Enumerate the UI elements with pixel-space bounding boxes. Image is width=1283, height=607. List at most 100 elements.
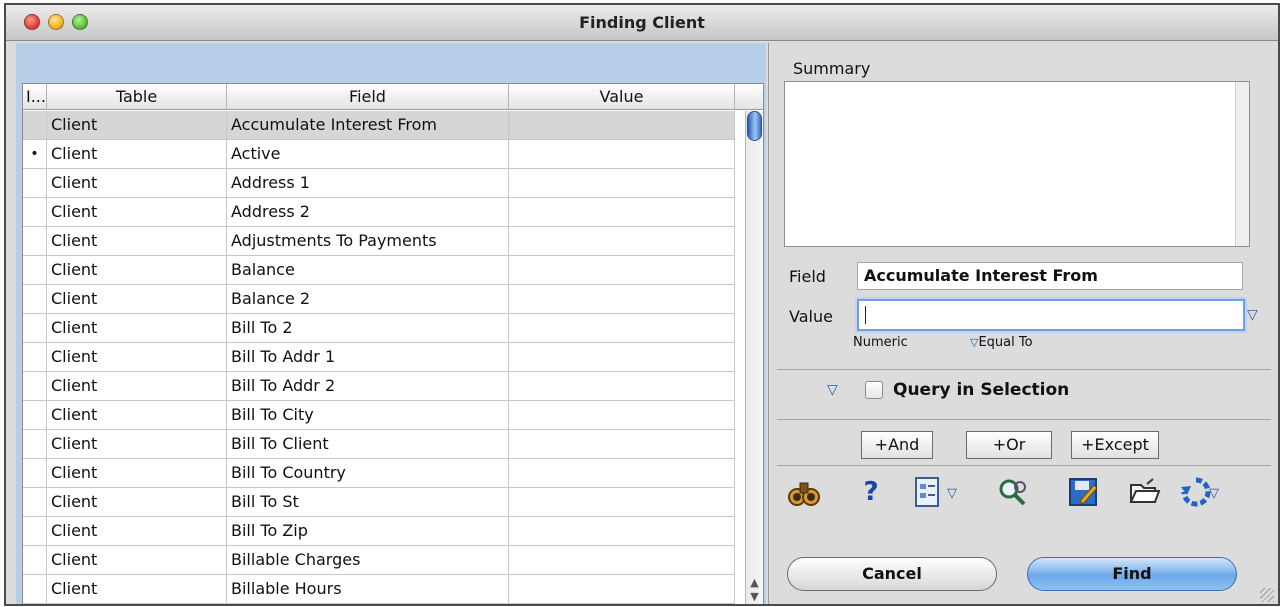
table-row[interactable]: Client Balance (23, 256, 735, 285)
or-button[interactable]: +Or (966, 431, 1052, 459)
text-caret (865, 306, 866, 324)
table-row[interactable]: Client Bill To St (23, 488, 735, 517)
save-icon[interactable] (1066, 475, 1100, 509)
row-value-cell (509, 517, 735, 545)
row-indicator (23, 111, 47, 139)
query-editor-search-icon[interactable] (996, 475, 1030, 509)
table-row[interactable]: Client Adjustments To Payments (23, 227, 735, 256)
table-row[interactable]: Client Bill To Country (23, 459, 735, 488)
value-input[interactable] (857, 299, 1245, 331)
row-indicator (23, 546, 47, 574)
table-row[interactable]: Client Balance 2 (23, 285, 735, 314)
row-table-cell: Client (47, 401, 227, 429)
row-field-cell: Balance 2 (227, 285, 509, 313)
row-field-cell: Balance (227, 256, 509, 284)
row-table-cell: Client (47, 430, 227, 458)
field-list-grid: I... Table Field Value Client Accumulate … (22, 83, 764, 604)
row-table-cell: Client (47, 372, 227, 400)
row-value-cell (509, 546, 735, 574)
row-indicator (23, 488, 47, 516)
table-row[interactable]: Client Bill To Client (23, 430, 735, 459)
row-indicator (23, 169, 47, 197)
row-field-cell: Accumulate Interest From (227, 111, 509, 139)
row-table-cell: Client (47, 343, 227, 371)
and-button[interactable]: +And (861, 431, 933, 459)
window-title: Finding Client (579, 13, 705, 32)
summary-textarea[interactable] (784, 81, 1250, 247)
value-label: Value (789, 307, 833, 326)
row-value-cell (509, 488, 735, 516)
row-indicator (23, 575, 47, 603)
find-button[interactable]: Find (1027, 557, 1237, 591)
table-row[interactable]: Client Bill To Addr 2 (23, 372, 735, 401)
scrollbar-thumb[interactable] (747, 111, 762, 141)
grid-vertical-scrollbar[interactable]: ▲ ▼ (745, 111, 763, 604)
column-header-value[interactable]: Value (509, 84, 735, 110)
row-table-cell: Client (47, 111, 227, 139)
row-indicator (23, 459, 47, 487)
scroll-up-arrow-icon[interactable]: ▲ (748, 576, 761, 590)
table-row[interactable]: Client Bill To City (23, 401, 735, 430)
row-indicator (23, 198, 47, 226)
row-field-cell: Billable Hours (227, 575, 509, 603)
summary-label: Summary (793, 59, 871, 78)
row-value-cell (509, 575, 735, 603)
row-table-cell: Client (47, 227, 227, 255)
binoculars-icon[interactable] (787, 475, 821, 509)
table-row[interactable]: Client Address 2 (23, 198, 735, 227)
scroll-down-arrow-icon[interactable]: ▼ (748, 590, 761, 604)
row-indicator: • (23, 140, 47, 168)
query-panel: Summary Field Accumulate Interest From V… (768, 43, 1278, 604)
row-value-cell (509, 430, 735, 458)
formula-editor-icon[interactable] (911, 475, 945, 509)
row-indicator (23, 517, 47, 545)
refresh-icon[interactable] (1179, 475, 1213, 509)
column-header-indicator[interactable]: I... (23, 84, 47, 110)
row-value-cell (509, 140, 735, 168)
table-row[interactable]: Client Bill To Addr 1 (23, 343, 735, 372)
cancel-button[interactable]: Cancel (787, 557, 997, 591)
row-value-cell (509, 372, 735, 400)
query-in-selection-checkbox[interactable] (865, 381, 883, 399)
value-dropdown-icon[interactable]: ▽ (1247, 307, 1258, 323)
refresh-dropdown-icon[interactable]: ▽ (1209, 486, 1219, 501)
help-icon[interactable]: ? (861, 475, 881, 509)
table-row[interactable]: Client Bill To Zip (23, 517, 735, 546)
query-options-disclosure-icon[interactable]: ▽ (827, 382, 838, 398)
grid-header: I... Table Field Value (23, 84, 763, 110)
table-row[interactable]: Client Accumulate Interest From (23, 111, 735, 140)
divider (777, 465, 1271, 466)
table-row[interactable]: Client Address 1 (23, 169, 735, 198)
column-header-field[interactable]: Field (227, 84, 509, 110)
row-indicator (23, 343, 47, 371)
open-folder-icon[interactable] (1127, 475, 1161, 509)
operator-menu[interactable]: ▽Equal To (970, 335, 1033, 350)
row-table-cell: Client (47, 546, 227, 574)
finding-client-window: Finding Client I... Table Field Value Cl… (4, 3, 1280, 606)
operator-label: Equal To (978, 335, 1033, 350)
query-in-selection-label[interactable]: Query in Selection (893, 380, 1069, 400)
table-row[interactable]: Client Billable Hours (23, 575, 735, 604)
row-field-cell: Bill To Country (227, 459, 509, 487)
table-row[interactable]: • Client Active (23, 140, 735, 169)
row-value-cell (509, 343, 735, 371)
column-header-table[interactable]: Table (47, 84, 227, 110)
row-value-cell (509, 256, 735, 284)
divider (777, 369, 1271, 370)
row-table-cell: Client (47, 140, 227, 168)
resize-grip-icon[interactable] (1260, 588, 1274, 602)
except-button[interactable]: +Except (1071, 431, 1159, 459)
row-field-cell: Billable Charges (227, 546, 509, 574)
table-row[interactable]: Client Bill To 2 (23, 314, 735, 343)
row-table-cell: Client (47, 169, 227, 197)
formula-dropdown-icon[interactable]: ▽ (947, 486, 957, 501)
row-table-cell: Client (47, 459, 227, 487)
table-row[interactable]: Client Billable Charges (23, 546, 735, 575)
row-field-cell: Bill To 2 (227, 314, 509, 342)
row-value-cell (509, 169, 735, 197)
field-label: Field (789, 267, 826, 286)
row-indicator (23, 401, 47, 429)
row-indicator (23, 372, 47, 400)
summary-scrollbar[interactable] (1235, 82, 1249, 246)
row-table-cell: Client (47, 256, 227, 284)
